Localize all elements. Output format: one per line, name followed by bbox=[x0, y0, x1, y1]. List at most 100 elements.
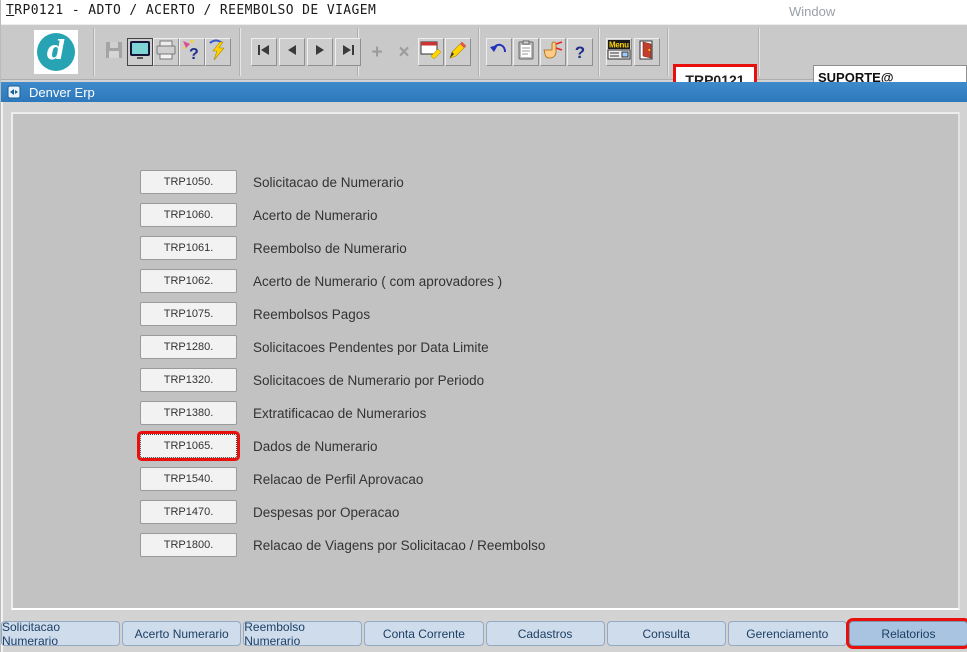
tab-label: Acerto Numerario bbox=[135, 627, 229, 641]
add-icon: + bbox=[371, 43, 382, 62]
undo-button[interactable] bbox=[486, 38, 512, 66]
save-button[interactable] bbox=[101, 38, 127, 66]
report-label: Solicitacoes Pendentes por Data Limite bbox=[253, 340, 489, 355]
toolbar-separator bbox=[598, 28, 600, 76]
report-code-button[interactable]: TRP1470. bbox=[140, 500, 237, 524]
application-window: TRP0121 - ADTO / ACERTO / REEMBOLSO DE V… bbox=[0, 0, 967, 652]
report-label: Reembolso de Numerario bbox=[253, 241, 407, 256]
report-label: Relacao de Perfil Aprovacao bbox=[253, 472, 423, 487]
edit-pencil-button[interactable] bbox=[445, 38, 471, 66]
menu-button[interactable]: Menu bbox=[606, 38, 632, 66]
report-code-button[interactable]: TRP1075. bbox=[140, 302, 237, 326]
report-label: Acerto de Numerario bbox=[253, 208, 378, 223]
report-menu-row: TRP1540. Relacao de Perfil Aprovacao bbox=[140, 467, 545, 491]
tab-label: Gerenciamento bbox=[746, 627, 828, 641]
report-menu-row: TRP1065. Dados de Numerario bbox=[140, 434, 545, 458]
window-icon bbox=[7, 85, 21, 99]
tab-label: Relatorios bbox=[881, 627, 935, 641]
bottom-tab[interactable]: Consulta bbox=[607, 621, 726, 646]
nav-last-icon bbox=[341, 43, 355, 61]
bottom-tab[interactable]: Reembolso Numerario bbox=[243, 621, 362, 646]
menu-bar: TRP0121 - ADTO / ACERTO / REEMBOLSO DE V… bbox=[1, 0, 967, 24]
report-menu-row: TRP1050. Solicitacao de Numerario bbox=[140, 170, 545, 194]
tab-label: Consulta bbox=[643, 627, 690, 641]
toolbar-separator bbox=[478, 28, 480, 76]
bottom-tab[interactable]: Acerto Numerario bbox=[122, 621, 241, 646]
report-menu-row: TRP1320. Solicitacoes de Numerario por P… bbox=[140, 368, 545, 392]
tab-label: Conta Corrente bbox=[383, 627, 465, 641]
toolbar-separator bbox=[758, 28, 760, 76]
program-title-rest: RP0121 - ADTO / ACERTO / REEMBOLSO DE VI… bbox=[14, 3, 376, 18]
cut-button[interactable] bbox=[540, 38, 566, 66]
menu-item-window[interactable]: Window bbox=[789, 4, 835, 19]
report-label: Solicitacao de Numerario bbox=[253, 175, 404, 190]
report-code-button[interactable]: TRP1380. bbox=[140, 401, 237, 425]
nav-first-icon bbox=[257, 43, 271, 61]
window-title: Denver Erp bbox=[29, 85, 95, 100]
toolbar-separator bbox=[93, 28, 95, 76]
print-button[interactable] bbox=[153, 38, 179, 66]
svg-text:?: ? bbox=[189, 46, 199, 62]
screen-button[interactable] bbox=[127, 38, 153, 66]
add-record-button[interactable]: + bbox=[364, 38, 390, 66]
report-label: Despesas por Operacao bbox=[253, 505, 399, 520]
bottom-tab-bar: Solicitacao Numerario Acerto Numerario R… bbox=[1, 621, 967, 646]
report-code-button[interactable]: TRP1061. bbox=[140, 236, 237, 260]
report-label: Reembolsos Pagos bbox=[253, 307, 370, 322]
nav-next-icon bbox=[314, 43, 326, 61]
tab-label: Cadastros bbox=[518, 627, 573, 641]
bottom-tab[interactable]: Conta Corrente bbox=[364, 621, 483, 646]
svg-text:Menu: Menu bbox=[609, 40, 629, 49]
help-wand-icon: ? bbox=[181, 38, 203, 67]
denver-logo: d bbox=[34, 30, 78, 74]
report-code-button[interactable]: TRP1060. bbox=[140, 203, 237, 227]
toolbar-separator bbox=[239, 28, 241, 76]
delete-record-button[interactable]: × bbox=[391, 38, 417, 66]
report-label: Solicitacoes de Numerario por Periodo bbox=[253, 373, 484, 388]
help-button[interactable]: ? bbox=[567, 38, 593, 66]
edit-screen-button[interactable] bbox=[418, 38, 444, 66]
undo-icon bbox=[489, 41, 509, 64]
nav-first-button[interactable] bbox=[251, 38, 277, 66]
execute-button[interactable] bbox=[205, 38, 231, 66]
help-wand-button[interactable]: ? bbox=[179, 38, 205, 66]
bottom-tab[interactable]: Cadastros bbox=[486, 621, 605, 646]
report-code-button[interactable]: TRP1280. bbox=[140, 335, 237, 359]
report-menu-row: TRP1800. Relacao de Viagens por Solicita… bbox=[140, 533, 545, 557]
help-icon: ? bbox=[575, 44, 585, 61]
denver-logo-icon: d bbox=[37, 33, 75, 71]
report-code-button[interactable]: TRP1065. bbox=[140, 434, 237, 458]
report-menu-row: TRP1380. Extratificacao de Numerarios bbox=[140, 401, 545, 425]
toolbar-separator bbox=[667, 28, 669, 76]
exit-button[interactable] bbox=[634, 38, 660, 66]
report-menu-row: TRP1280. Solicitacoes Pendentes por Data… bbox=[140, 335, 545, 359]
report-code-button[interactable]: TRP1540. bbox=[140, 467, 237, 491]
report-label: Acerto de Numerario ( com aprovadores ) bbox=[253, 274, 502, 289]
report-menu-panel: TRP1050. Solicitacao de Numerario TRP106… bbox=[11, 112, 960, 610]
report-menu-row: TRP1062. Acerto de Numerario ( com aprov… bbox=[140, 269, 545, 293]
bottom-tab[interactable]: Relatorios bbox=[849, 621, 967, 646]
screen-icon bbox=[129, 40, 151, 65]
exit-door-icon bbox=[636, 39, 658, 66]
content-area: TRP1050. Solicitacao de Numerario TRP106… bbox=[1, 102, 967, 652]
bottom-tab[interactable]: Solicitacao Numerario bbox=[1, 621, 120, 646]
delete-icon: × bbox=[398, 43, 409, 62]
report-code-button[interactable]: TRP1050. bbox=[140, 170, 237, 194]
report-menu-row: TRP1061. Reembolso de Numerario bbox=[140, 236, 545, 260]
nav-prev-button[interactable] bbox=[279, 38, 305, 66]
clipboard-icon bbox=[517, 40, 535, 65]
nav-prev-icon bbox=[286, 43, 298, 61]
program-title-accel: T bbox=[6, 3, 14, 18]
lightning-icon bbox=[207, 38, 229, 67]
bottom-tab[interactable]: Gerenciamento bbox=[728, 621, 847, 646]
report-code-button[interactable]: TRP1800. bbox=[140, 533, 237, 557]
pencil-icon bbox=[447, 39, 469, 66]
report-code-button[interactable]: TRP1320. bbox=[140, 368, 237, 392]
report-code-button[interactable]: TRP1062. bbox=[140, 269, 237, 293]
paste-button[interactable] bbox=[513, 38, 539, 66]
hand-cut-icon bbox=[542, 40, 564, 65]
report-label: Dados de Numerario bbox=[253, 439, 378, 454]
nav-last-button[interactable] bbox=[335, 38, 361, 66]
nav-next-button[interactable] bbox=[307, 38, 333, 66]
report-menu-row: TRP1075. Reembolsos Pagos bbox=[140, 302, 545, 326]
